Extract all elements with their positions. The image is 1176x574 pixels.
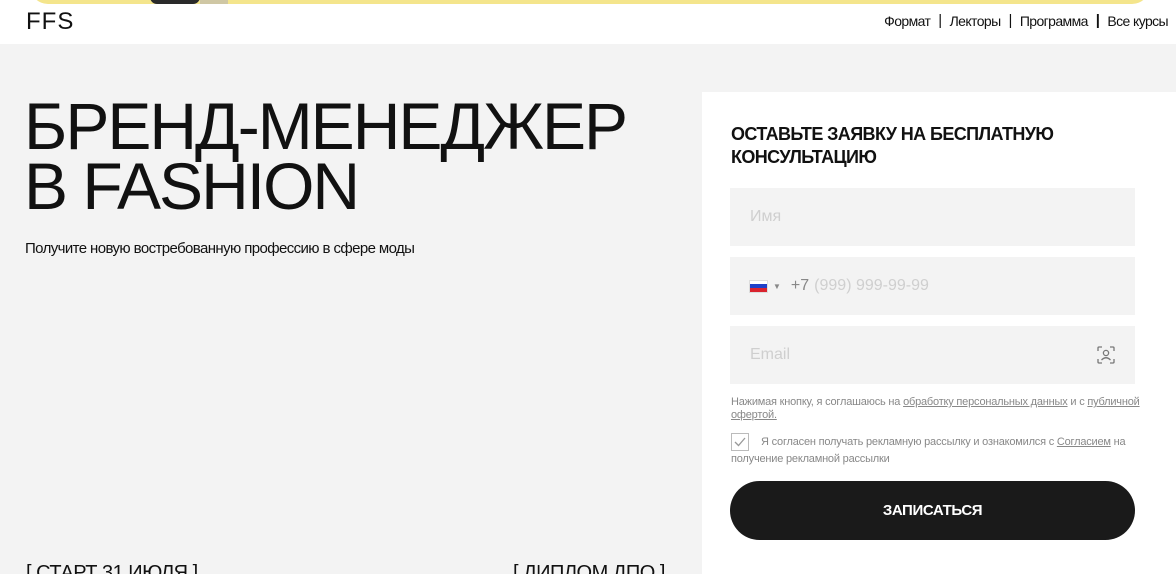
site-logo[interactable]: FFS [26, 8, 74, 36]
promo-banner-image [150, 0, 200, 4]
consultation-form: ОСТАВЬТЕ ЗАЯВКУ НА БЕСПЛАТНУЮ КОНСУЛЬТАЦ… [702, 92, 1176, 574]
top-header: FFS Формат | Лекторы | Программа | Все к… [0, 0, 1176, 44]
hero-subtitle: Получите новую востребованную профессию … [25, 240, 415, 257]
promo-banner-image-part [200, 0, 228, 4]
phone-input[interactable] [814, 277, 1015, 295]
nav-separator: | [1095, 12, 1100, 29]
nav-item-lecturers[interactable]: Лекторы [950, 13, 1002, 29]
check-icon [734, 437, 746, 447]
nav-item-format[interactable]: Формат [884, 13, 931, 29]
newsletter-consent-link[interactable]: Согласием [1057, 436, 1111, 448]
phone-country-code: +7 [790, 277, 810, 294]
nav-separator: | [1008, 12, 1013, 29]
newsletter-optin-checkbox[interactable] [731, 433, 749, 451]
russia-flag-icon[interactable] [749, 279, 768, 293]
diploma-tag: [ ДИПЛОМ ДПО ] [513, 562, 665, 574]
form-title: ОСТАВЬТЕ ЗАЯВКУ НА БЕСПЛАТНУЮ КОНСУЛЬТАЦ… [731, 124, 1054, 167]
name-input[interactable] [730, 188, 1135, 246]
promo-banner-edge[interactable] [0, 0, 1176, 4]
consent-middle: и с [1067, 396, 1088, 408]
personal-data-link[interactable]: обработку персональных данных [903, 396, 1068, 408]
start-date-tag: [ СТАРТ 31 ИЮЛЯ ] [26, 562, 198, 574]
phone-field[interactable]: ▼ +7 [730, 257, 1135, 315]
newsletter-optin-text: Я согласен получать рекламную рассылку и… [731, 434, 1141, 468]
consent-prefix: Нажимая кнопку, я соглашаюсь на [731, 396, 904, 408]
nav-item-all-courses[interactable]: Все курсы [1107, 13, 1168, 29]
email-input[interactable] [730, 326, 1135, 384]
hero-title-line-2: В FASHION [24, 149, 360, 223]
main-nav: Формат | Лекторы | Программа | Все курсы [884, 12, 1168, 29]
hero-title-line-1: БРЕНД-МЕНЕДЖЕР [24, 89, 628, 163]
contact-autofill-icon[interactable] [1095, 344, 1117, 366]
submit-button[interactable]: ЗАПИСАТЬСЯ [730, 481, 1135, 540]
country-dropdown-caret-icon[interactable]: ▼ [773, 282, 781, 291]
optin-prefix: Я согласен получать рекламную рассылку и… [761, 436, 1057, 448]
hero-title: БРЕНД-МЕНЕДЖЕР В FASHION [24, 89, 684, 223]
consent-text: Нажимая кнопку, я соглашаюсь на обработк… [731, 396, 1141, 422]
nav-item-program[interactable]: Программа [1020, 13, 1089, 29]
nav-separator: | [938, 12, 942, 29]
